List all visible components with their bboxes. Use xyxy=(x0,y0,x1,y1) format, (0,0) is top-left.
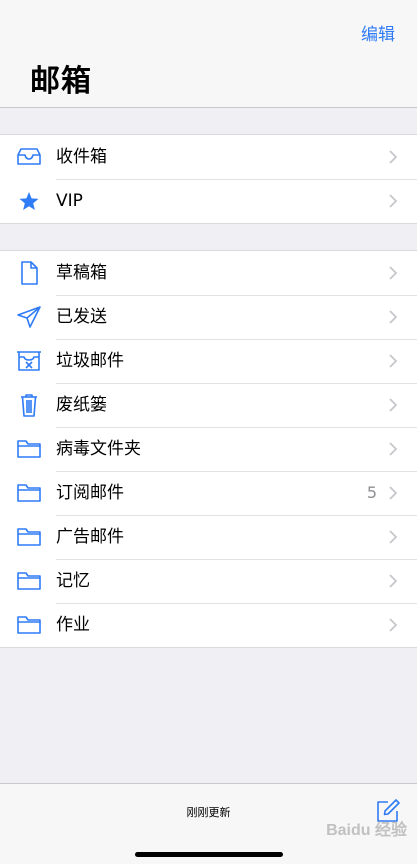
chevron-right-icon xyxy=(389,266,397,280)
mailbox-label: 草稿箱 xyxy=(56,263,107,283)
chevron-right-icon xyxy=(389,486,397,500)
chevron-right-icon xyxy=(389,194,397,208)
navigation-bar: 编辑 邮箱 xyxy=(0,0,417,108)
chevron-right-icon xyxy=(389,398,397,412)
unread-count-badge: 5 xyxy=(366,483,377,502)
mailbox-item-drafts[interactable]: 草稿箱 xyxy=(0,251,417,295)
mailbox-label: 垃圾邮件 xyxy=(56,351,124,371)
chevron-right-icon xyxy=(389,442,397,456)
watermark-logo: Baidu 经验 xyxy=(326,822,407,839)
chevron-right-icon xyxy=(389,618,397,632)
mailbox-label: 记忆 xyxy=(56,571,90,591)
mailbox-item-memory[interactable]: 记忆 xyxy=(0,559,417,603)
mailbox-label: 收件箱 xyxy=(56,147,107,167)
document-icon xyxy=(16,261,42,285)
folder-icon xyxy=(16,569,42,593)
paper-plane-icon xyxy=(16,305,42,329)
star-icon xyxy=(16,189,42,213)
chevron-right-icon xyxy=(389,310,397,324)
mailbox-item-vip[interactable]: VIP xyxy=(0,179,417,223)
folder-icon xyxy=(16,613,42,637)
home-indicator xyxy=(135,852,283,857)
mailbox-item-trash[interactable]: 废纸篓 xyxy=(0,383,417,427)
mailbox-item-sent[interactable]: 已发送 xyxy=(0,295,417,339)
junk-box-icon xyxy=(16,349,42,373)
mailbox-item-inbox[interactable]: 收件箱 xyxy=(0,135,417,179)
mailbox-group-folders: 草稿箱 已发送 垃圾邮件 废纸篓 病毒文件夹 订阅邮件 5 广告邮件 记忆 作业 xyxy=(0,250,417,648)
chevron-right-icon xyxy=(389,354,397,368)
mailbox-group-primary: 收件箱 VIP xyxy=(0,134,417,224)
mailbox-label: 病毒文件夹 xyxy=(56,439,141,459)
mailbox-item-ads[interactable]: 广告邮件 xyxy=(0,515,417,559)
chevron-right-icon xyxy=(389,150,397,164)
inbox-icon xyxy=(16,145,42,169)
mailbox-item-homework[interactable]: 作业 xyxy=(0,603,417,647)
mailbox-label: 广告邮件 xyxy=(56,527,124,547)
mailbox-item-virus-folder[interactable]: 病毒文件夹 xyxy=(0,427,417,471)
mailbox-label: VIP xyxy=(56,191,83,211)
mailbox-item-junk[interactable]: 垃圾邮件 xyxy=(0,339,417,383)
folder-icon xyxy=(16,481,42,505)
mailbox-label: 已发送 xyxy=(56,307,107,327)
page-title: 邮箱 xyxy=(30,64,92,99)
chevron-right-icon xyxy=(389,530,397,544)
mailbox-label: 废纸篓 xyxy=(56,395,107,415)
chevron-right-icon xyxy=(389,574,397,588)
mailbox-label: 作业 xyxy=(56,615,90,635)
trash-icon xyxy=(16,393,42,417)
folder-icon xyxy=(16,525,42,549)
mailbox-item-subscriptions[interactable]: 订阅邮件 5 xyxy=(0,471,417,515)
edit-button[interactable]: 编辑 xyxy=(361,20,395,45)
mailbox-label: 订阅邮件 xyxy=(56,483,124,503)
folder-icon xyxy=(16,437,42,461)
